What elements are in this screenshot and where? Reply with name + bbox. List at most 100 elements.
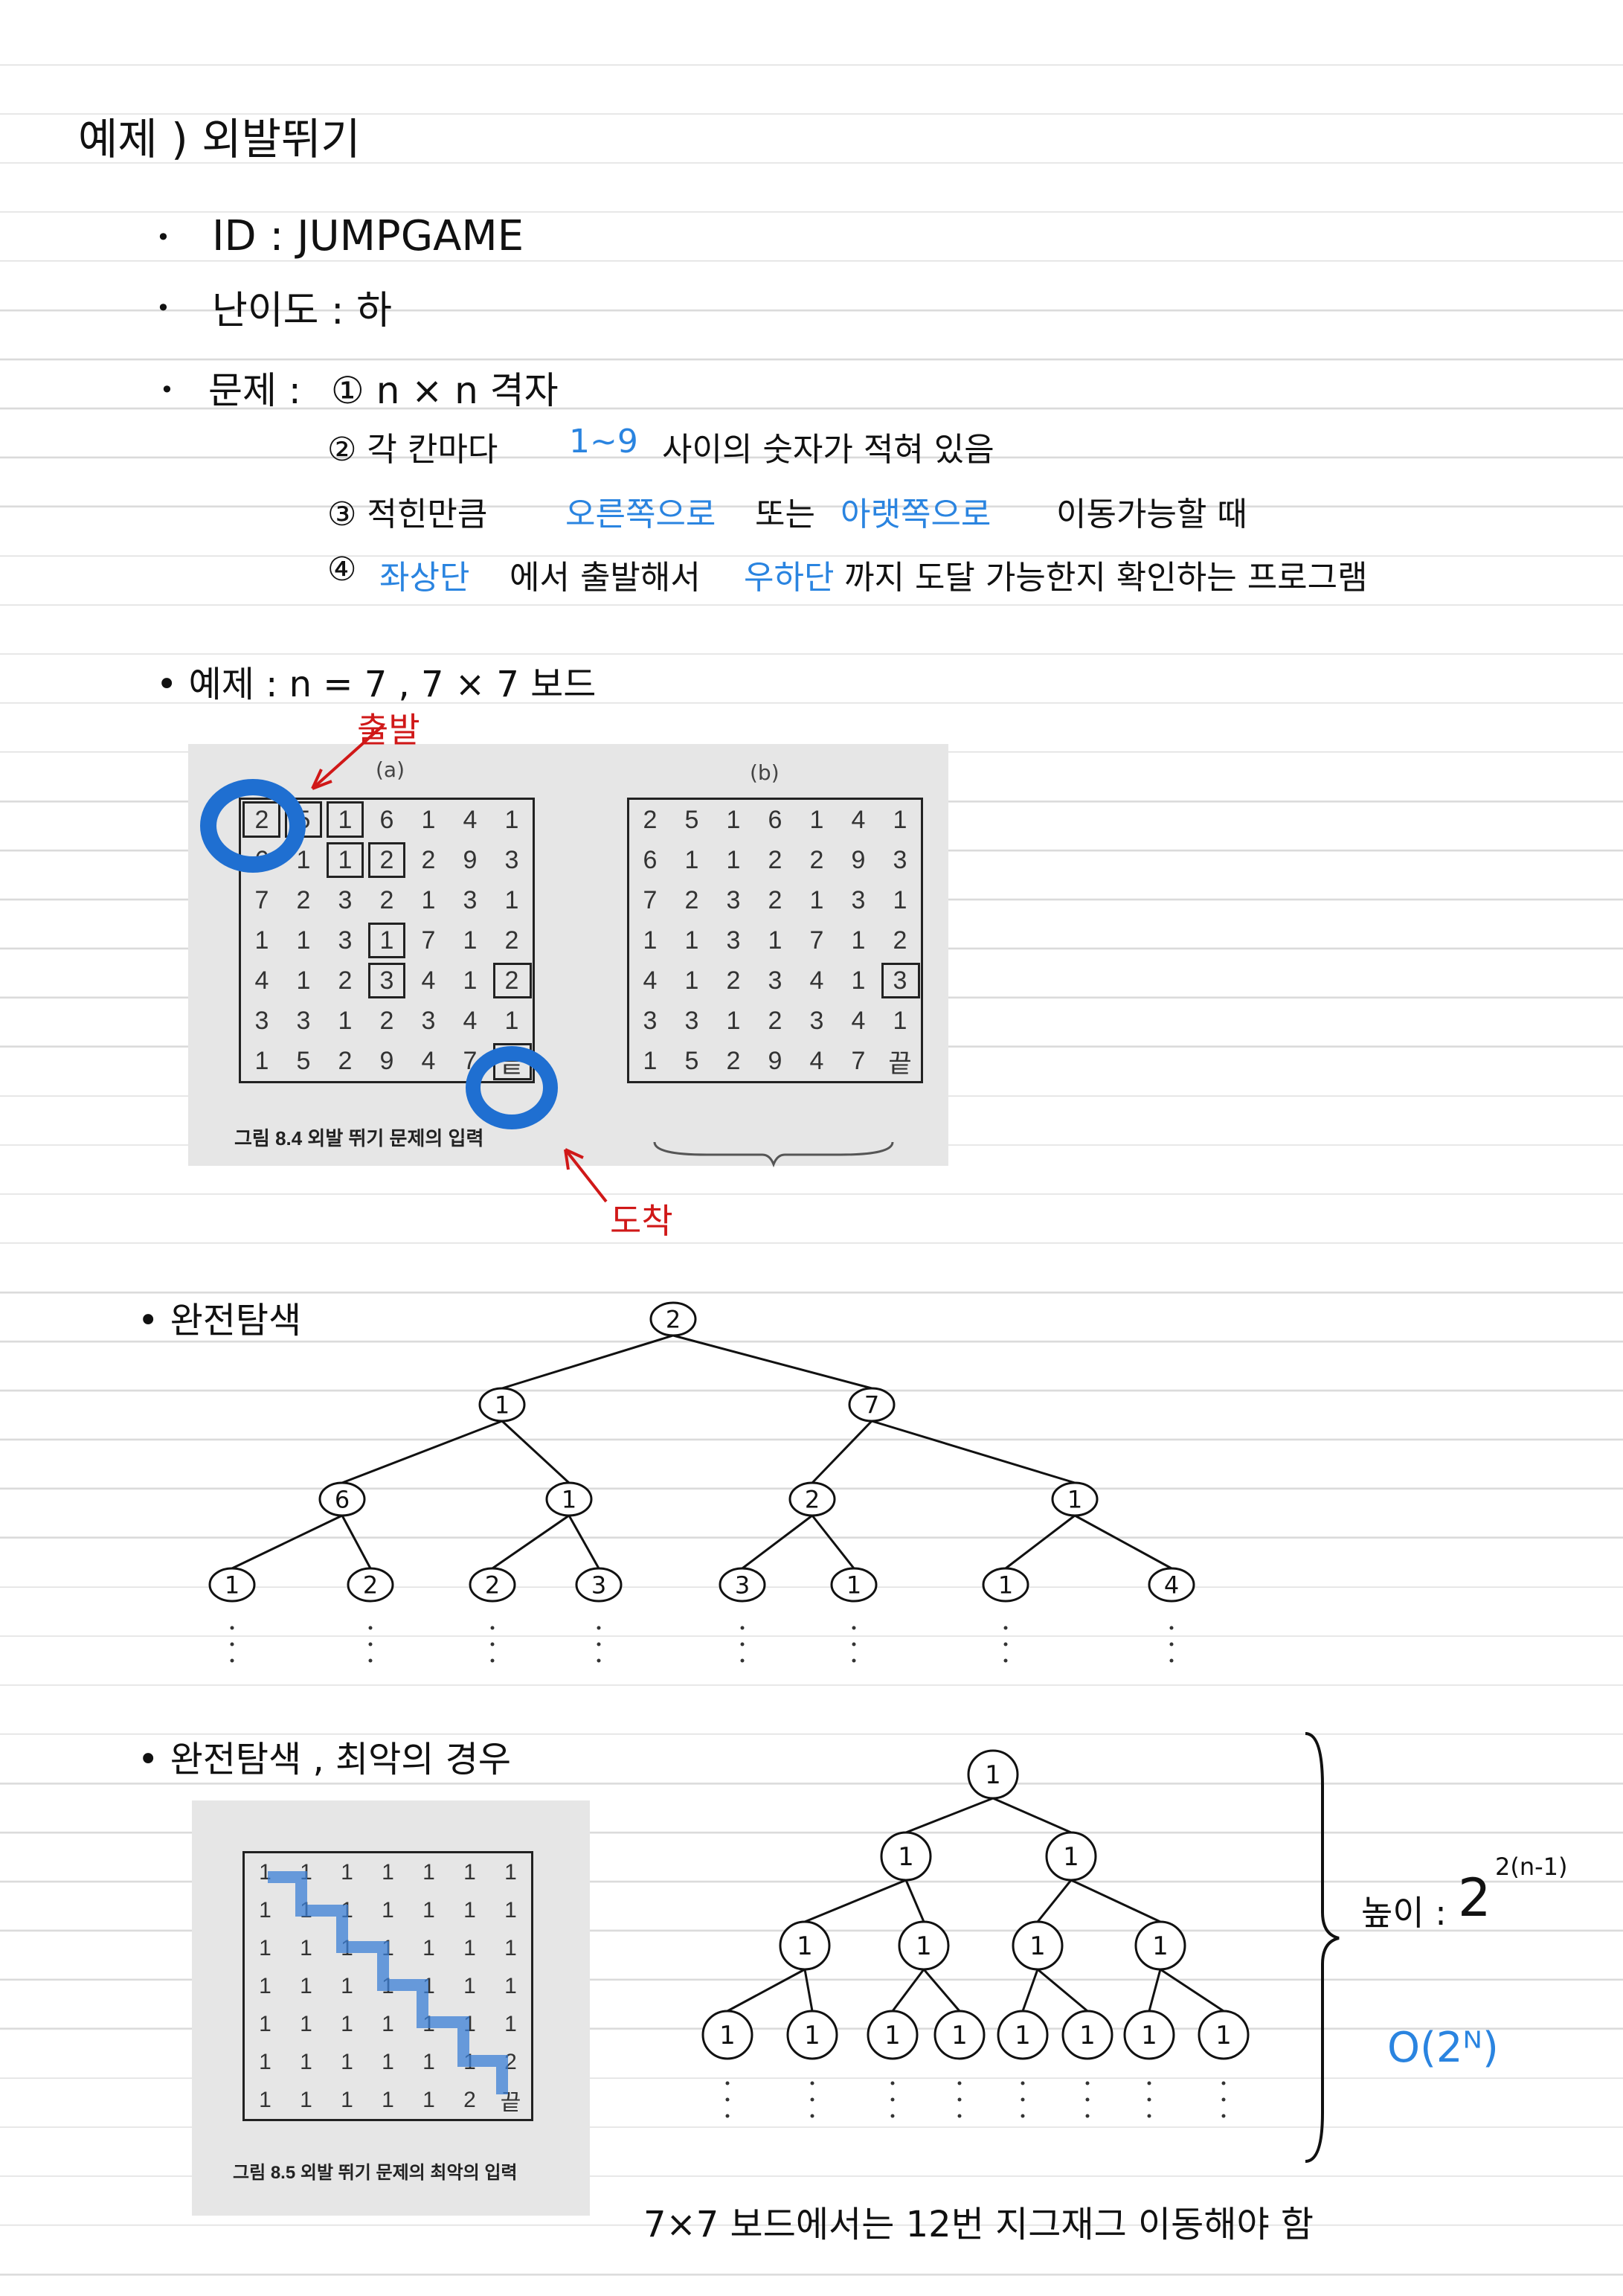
worst-tree-node-label: 1 [797, 1931, 813, 1961]
bruteforce-tree-node-label: 2 [805, 1486, 820, 1514]
bruteforce-tree-edge [501, 1420, 571, 1484]
bruteforce-tree-dots-icon [597, 1642, 601, 1646]
worst-tree-node-label: 1 [1015, 2021, 1031, 2050]
height-brace-icon [1305, 1732, 1340, 2163]
worst-tree-node-label: 1 [1152, 1931, 1169, 1961]
worst-tree-edge [1036, 1879, 1073, 1923]
worst-tree-dots-icon [1147, 2081, 1151, 2085]
bruteforce-tree-dots-icon [368, 1642, 373, 1646]
bruteforce-tree-edge [1005, 1514, 1076, 1570]
worst-tree-dots-icon [725, 2114, 730, 2118]
bruteforce-tree-node-label: 1 [562, 1486, 576, 1514]
worst-tree-node-label: 1 [898, 1842, 914, 1872]
worst-tree-edge [727, 1968, 806, 2013]
brace-icon [653, 1141, 894, 1168]
bruteforce-tree-dots-icon [368, 1626, 373, 1630]
worst-tree-dots-icon [1221, 2097, 1226, 2102]
bruteforce-tree-dots-icon [740, 1658, 745, 1663]
worst-tree-dots-icon [890, 2114, 895, 2118]
bruteforce-tree-dots-icon [230, 1642, 234, 1646]
bruteforce-tree-node-label: 1 [495, 1391, 510, 1420]
worst-tree-dots-icon [810, 2081, 814, 2085]
bruteforce-tree-dots-icon [1003, 1658, 1008, 1663]
worst-tree-edge [1160, 1968, 1224, 2013]
worst-tree-dots-icon [890, 2081, 895, 2085]
worst-tree-dots-icon [1021, 2114, 1025, 2118]
worst-tree-dots-icon [810, 2097, 814, 2102]
worst-tree-edge [891, 1969, 925, 2012]
bruteforce-tree-node-label: 1 [1067, 1486, 1082, 1514]
worst-tree-dots-icon [957, 2097, 962, 2102]
bruteforce-tree-node-label: 1 [998, 1571, 1013, 1600]
bruteforce-tree: 2 1 7 6 1 2 1 1 2 2 3 3 1 1 4 [208, 1301, 1195, 1663]
worst-tree-edge [804, 1879, 907, 1923]
drawing-layer: 2 1 7 6 1 2 1 1 2 2 3 3 1 1 4 1 1 1 1 1 1 1 1 1 1 1 1 1 1 1 [200, 724, 1340, 2163]
bruteforce-tree-node-label: 1 [225, 1571, 240, 1600]
bruteforce-tree-node-label: 2 [363, 1571, 378, 1600]
worst-tree-node-label: 1 [916, 1931, 932, 1961]
bruteforce-tree-dots-icon [740, 1626, 745, 1630]
worst-tree-node-label: 1 [719, 2021, 736, 2050]
bruteforce-tree-dots-icon [852, 1658, 856, 1663]
bruteforce-tree-edge [1074, 1514, 1172, 1570]
worst-tree-node-label: 1 [1141, 2021, 1157, 2050]
bruteforce-tree-dots-icon [597, 1626, 601, 1630]
worst-tree-edge [904, 1879, 925, 1923]
worst-tree-dots-icon [1221, 2081, 1226, 2085]
bruteforce-tree-node-label: 1 [846, 1571, 861, 1600]
bruteforce-tree-dots-icon [1169, 1658, 1174, 1663]
bruteforce-tree-node-label: 3 [735, 1571, 750, 1600]
worst-tree-dots-icon [1085, 2114, 1090, 2118]
worst-tree-edge [1037, 1968, 1088, 2013]
bruteforce-tree-edge [672, 1334, 872, 1390]
worst-tree-dots-icon [725, 2097, 730, 2102]
bruteforce-tree-node-label: 4 [1164, 1571, 1179, 1600]
worst-tree-dots-icon [1221, 2114, 1226, 2118]
bruteforce-tree-edge [231, 1514, 343, 1570]
worst-tree-node-label: 1 [951, 2021, 968, 2050]
bruteforce-tree-edge [341, 1420, 503, 1484]
bruteforce-tree-dots-icon [490, 1626, 495, 1630]
bruteforce-tree-node-label: 7 [864, 1391, 879, 1420]
bruteforce-tree-node-label: 2 [666, 1306, 681, 1334]
worst-tree-edge [1021, 1969, 1039, 2012]
bruteforce-tree-edge [742, 1514, 813, 1570]
worst-tree-node-label: 1 [1079, 2021, 1096, 2050]
bruteforce-tree-dots-icon [597, 1658, 601, 1663]
worst-tree-node-label: 1 [1063, 1842, 1079, 1872]
worst-tree-dots-icon [725, 2081, 730, 2085]
worst-tree-edge [1070, 1879, 1161, 1923]
worst-tree-dots-icon [810, 2114, 814, 2118]
worst-tree-node-label: 1 [1215, 2021, 1232, 2050]
bruteforce-tree-edge [871, 1420, 1076, 1484]
worst-tree-dots-icon [1021, 2097, 1025, 2102]
worst-tree-edge [905, 1797, 994, 1834]
bruteforce-tree-edge [811, 1420, 873, 1484]
worst-tree-dots-icon [1021, 2081, 1025, 2085]
worst-tree-dots-icon [1147, 2097, 1151, 2102]
arrive-arrow [564, 1148, 608, 1203]
bruteforce-tree-node-label: 3 [591, 1571, 606, 1600]
worst-tree-node-label: 1 [804, 2021, 820, 2050]
bruteforce-tree-dots-icon [490, 1642, 495, 1646]
worst-tree-dots-icon [1085, 2097, 1090, 2102]
bruteforce-tree-node-label: 6 [335, 1486, 350, 1514]
worst-tree-node-label: 1 [1029, 1931, 1046, 1961]
worst-tree-dots-icon [1085, 2081, 1090, 2085]
bruteforce-tree-dots-icon [1003, 1642, 1008, 1646]
worst-tree-edge [803, 1969, 814, 2012]
bruteforce-tree-dots-icon [1169, 1626, 1174, 1630]
worst-tree-edge [992, 1797, 1072, 1834]
bruteforce-tree-dots-icon [1169, 1642, 1174, 1646]
bruteforce-tree-dots-icon [230, 1626, 234, 1630]
worst-tree-edge [922, 1969, 961, 2012]
bruteforce-tree-edge [811, 1515, 855, 1569]
worst-tree-dots-icon [890, 2097, 895, 2102]
bruteforce-tree-edge [341, 1515, 372, 1569]
bruteforce-tree-dots-icon [368, 1658, 373, 1663]
worst-tree-dots-icon [1147, 2114, 1151, 2118]
worst-case-tree: 1 1 1 1 1 1 1 1 1 1 1 1 1 1 1 [701, 1749, 1250, 2118]
bruteforce-tree-edge [501, 1334, 674, 1390]
bruteforce-tree-dots-icon [740, 1642, 745, 1646]
bruteforce-tree-edge [492, 1514, 570, 1570]
